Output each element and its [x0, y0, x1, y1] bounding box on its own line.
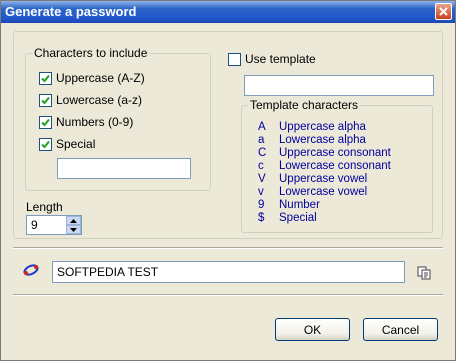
template-desc: Lowercase vowel	[279, 186, 368, 198]
numbers-option[interactable]: Numbers (0-9)	[39, 115, 133, 129]
copy-icon	[417, 266, 431, 280]
template-row: 9 Number	[258, 199, 320, 211]
template-symbol: $	[258, 212, 265, 224]
lowercase-option[interactable]: Lowercase (a-z)	[39, 93, 142, 107]
divider	[13, 247, 443, 249]
template-desc: Special	[279, 212, 317, 224]
password-dialog: Generate a password Characters to includ…	[0, 0, 456, 361]
close-icon	[439, 7, 448, 16]
template-desc: Number	[279, 199, 320, 211]
down-arrow-icon	[70, 227, 77, 232]
use-template-checkbox[interactable]	[228, 52, 241, 66]
template-row: V Uppercase vowel	[258, 173, 367, 185]
template-row: C Uppercase consonant	[258, 147, 391, 159]
template-row: a Lowercase alpha	[258, 134, 366, 146]
special-label: Special	[56, 137, 96, 151]
checkmark-icon	[41, 118, 50, 126]
password-field[interactable]: SOFTPEDIA TEST	[52, 261, 405, 283]
template-symbol: A	[258, 121, 266, 133]
generate-icon[interactable]	[22, 262, 40, 281]
template-symbol: 9	[258, 199, 265, 211]
length-spin-buttons	[66, 216, 81, 234]
checkmark-icon	[41, 74, 50, 82]
template-row: $ Special	[258, 212, 317, 224]
divider	[13, 294, 443, 296]
template-input[interactable]	[244, 75, 434, 96]
template-desc: Lowercase consonant	[279, 160, 391, 172]
characters-group-label: Characters to include	[32, 46, 150, 60]
title-bar: Generate a password	[1, 1, 455, 23]
numbers-label: Numbers (0-9)	[56, 115, 134, 129]
template-symbol: a	[258, 134, 265, 146]
template-symbol: c	[258, 160, 264, 172]
use-template-option[interactable]: Use template	[228, 52, 316, 66]
use-template-label: Use template	[245, 52, 316, 66]
ok-button[interactable]: OK	[275, 318, 350, 341]
template-symbol: V	[258, 173, 266, 185]
template-symbol: C	[258, 147, 267, 159]
numbers-checkbox[interactable]	[39, 115, 52, 129]
template-desc: Uppercase consonant	[279, 147, 391, 159]
checkmark-icon	[41, 96, 50, 104]
length-spinner[interactable]: 9	[26, 215, 82, 235]
special-option[interactable]: Special	[39, 137, 95, 151]
length-value[interactable]: 9	[31, 218, 38, 232]
special-checkbox[interactable]	[39, 137, 52, 151]
template-symbol: v	[258, 186, 264, 198]
template-characters-label: Template characters	[248, 98, 361, 112]
uppercase-label: Uppercase (A-Z)	[56, 71, 145, 85]
template-row: v Lowercase vowel	[258, 186, 367, 198]
template-desc: Uppercase vowel	[279, 173, 368, 185]
window-title: Generate a password	[5, 4, 137, 19]
template-row: A Uppercase alpha	[258, 121, 366, 133]
length-label: Length	[26, 200, 63, 214]
length-down-button[interactable]	[66, 225, 81, 234]
uppercase-option[interactable]: Uppercase (A-Z)	[39, 71, 145, 85]
special-chars-input[interactable]	[57, 158, 191, 179]
copy-button[interactable]	[417, 266, 431, 283]
template-desc: Lowercase alpha	[279, 134, 366, 146]
length-up-button[interactable]	[66, 216, 81, 225]
cancel-button[interactable]: Cancel	[363, 318, 438, 341]
up-arrow-icon	[70, 218, 77, 223]
close-button[interactable]	[435, 3, 452, 20]
lowercase-checkbox[interactable]	[39, 93, 52, 107]
template-desc: Uppercase alpha	[279, 121, 366, 133]
checkmark-icon	[41, 140, 50, 148]
uppercase-checkbox[interactable]	[39, 71, 52, 85]
template-row: c Lowercase consonant	[258, 160, 391, 172]
lowercase-label: Lowercase (a-z)	[56, 93, 143, 107]
generate-icon	[23, 264, 39, 276]
